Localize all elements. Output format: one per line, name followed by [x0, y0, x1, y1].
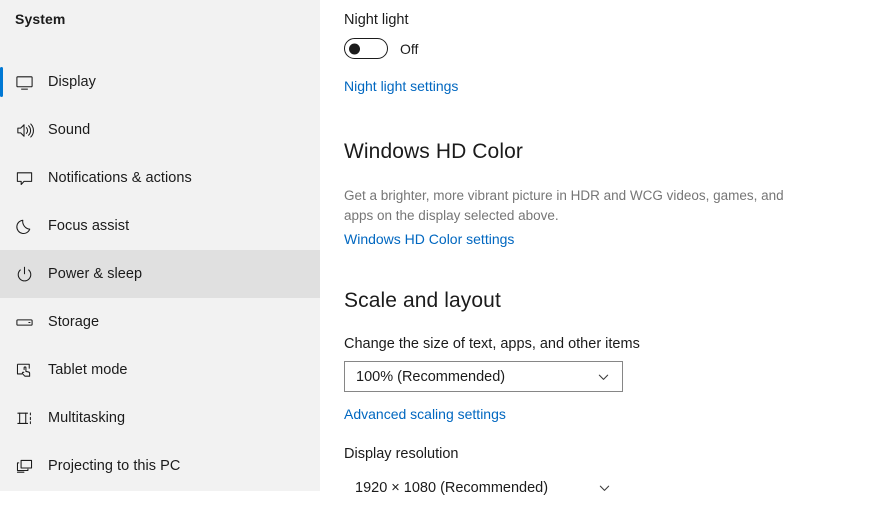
sidebar-item-tablet-mode[interactable]: Tablet mode	[0, 346, 320, 394]
scale-layout-heading: Scale and layout	[344, 289, 501, 312]
sidebar-item-label: Multitasking	[48, 410, 126, 426]
sidebar-item-focus-assist[interactable]: Focus assist	[0, 202, 320, 250]
scale-dropdown[interactable]: 100% (Recommended)	[344, 361, 623, 392]
tablet-hand-icon	[14, 360, 34, 380]
selection-accent-bar	[0, 355, 3, 385]
sidebar-item-storage[interactable]: Storage	[0, 298, 320, 346]
display-resolution-label: Display resolution	[344, 446, 459, 462]
sidebar-item-label: Sound	[48, 122, 91, 138]
sidebar: System Display Sound Notifications & act…	[0, 0, 320, 491]
night-light-settings-link[interactable]: Night light settings	[344, 78, 458, 94]
sidebar-item-label: Storage	[48, 314, 100, 330]
hd-color-heading: Windows HD Color	[344, 140, 523, 163]
hd-color-description: Get a brighter, more vibrant picture in …	[344, 188, 784, 223]
sidebar-item-label: Notifications & actions	[48, 170, 192, 186]
advanced-scaling-settings-link[interactable]: Advanced scaling settings	[344, 406, 506, 422]
selection-accent-bar	[0, 307, 3, 337]
monitor-icon	[14, 72, 34, 92]
power-icon	[14, 264, 34, 284]
display-resolution-value: 1920 × 1080 (Recommended)	[355, 479, 549, 496]
page-title: System	[15, 11, 66, 27]
sidebar-item-label: Focus assist	[48, 218, 130, 234]
sidebar-item-label: Power & sleep	[48, 266, 143, 282]
sidebar-item-power-sleep[interactable]: Power & sleep	[0, 250, 320, 298]
night-light-label: Night light	[344, 12, 409, 28]
settings-window: System Display Sound Notifications & act…	[0, 0, 870, 516]
selection-accent-bar	[0, 211, 3, 241]
sidebar-item-projecting[interactable]: Projecting to this PC	[0, 442, 320, 490]
selection-accent-bar	[0, 163, 3, 193]
scale-size-label: Change the size of text, apps, and other…	[344, 336, 640, 352]
speaker-icon	[14, 120, 34, 140]
sidebar-item-label: Tablet mode	[48, 362, 128, 378]
scale-dropdown-value: 100% (Recommended)	[356, 368, 506, 385]
toggle-knob	[349, 43, 360, 54]
moon-icon	[14, 216, 34, 236]
selection-accent-bar	[0, 451, 3, 481]
selection-accent-bar	[0, 403, 3, 433]
selection-accent-bar	[0, 259, 3, 289]
display-resolution-dropdown[interactable]: 1920 × 1080 (Recommended)	[344, 472, 623, 503]
sidebar-item-label: Projecting to this PC	[48, 458, 181, 474]
sidebar-item-multitasking[interactable]: Multitasking	[0, 394, 320, 442]
chevron-down-icon	[598, 481, 611, 494]
content-pane: Night light Off Night light settings Win…	[320, 0, 870, 516]
night-light-toggle[interactable]	[344, 38, 388, 59]
sidebar-nav-list: Display Sound Notifications & actions Fo…	[0, 58, 320, 490]
selection-accent-bar	[0, 67, 3, 97]
selection-accent-bar	[0, 115, 3, 145]
chevron-down-icon	[597, 370, 610, 383]
sidebar-item-display[interactable]: Display	[0, 58, 320, 106]
chat-bubble-icon	[14, 168, 34, 188]
sidebar-item-label: Display	[48, 74, 96, 90]
night-light-toggle-state: Off	[400, 41, 419, 57]
sidebar-item-sound[interactable]: Sound	[0, 106, 320, 154]
hd-color-settings-link[interactable]: Windows HD Color settings	[344, 231, 514, 247]
project-screen-icon	[14, 456, 34, 476]
sidebar-item-notifications[interactable]: Notifications & actions	[0, 154, 320, 202]
drive-icon	[14, 312, 34, 332]
multitasking-icon	[14, 408, 34, 428]
